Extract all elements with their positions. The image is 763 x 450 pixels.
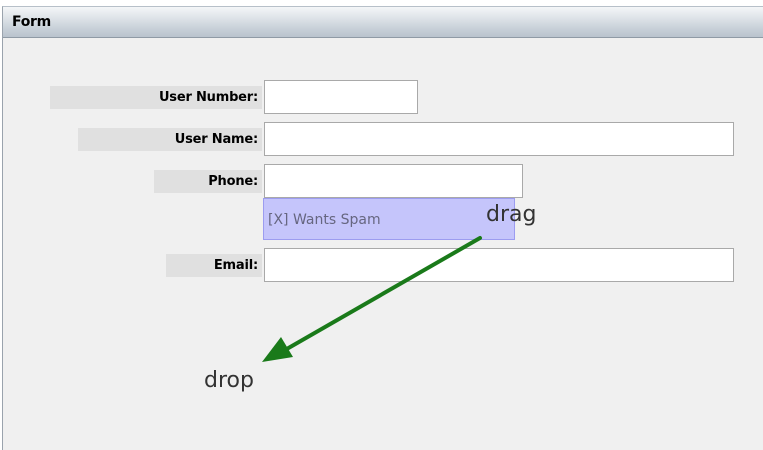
phone-label: Phone: [154, 170, 262, 193]
user-name-label: User Name: [78, 128, 262, 151]
email-input[interactable] [264, 248, 734, 282]
form-panel-title: Form [12, 14, 51, 30]
drag-annotation: drag [486, 202, 537, 227]
user-number-label: User Number: [50, 86, 262, 109]
email-label: Email: [166, 254, 262, 277]
form-panel-header: Form [3, 7, 763, 38]
phone-input[interactable] [264, 164, 523, 198]
user-number-input[interactable] [264, 80, 418, 114]
screenshot-frame: Form User Number: User Name: Phone: [X] … [0, 0, 763, 450]
user-name-input[interactable] [264, 122, 734, 156]
drop-annotation: drop [204, 368, 254, 393]
wants-spam-checkbox[interactable]: [X] Wants Spam [263, 198, 515, 240]
